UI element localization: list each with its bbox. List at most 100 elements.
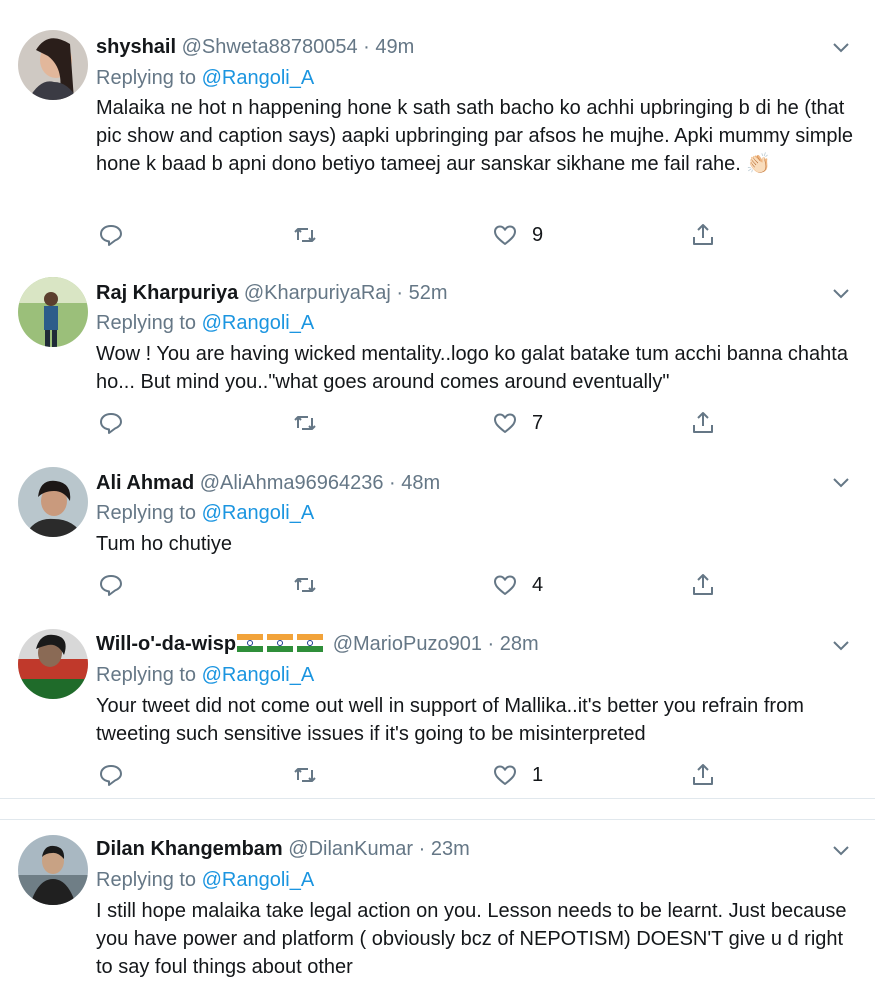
- replying-to: Replying to @Rangoli_A: [96, 664, 314, 687]
- separator: ·: [389, 472, 396, 494]
- tweet-actions: 9: [96, 220, 756, 250]
- user-handle[interactable]: @DilanKumar: [288, 838, 413, 860]
- reply-icon: [100, 575, 122, 596]
- avatar[interactable]: [18, 30, 88, 100]
- like-count: 4: [532, 573, 544, 596]
- display-name[interactable]: shyshail: [96, 36, 176, 58]
- share-button[interactable]: [690, 570, 716, 600]
- timestamp[interactable]: 48m: [401, 472, 440, 494]
- tweet-text: Tum ho chutiye: [96, 533, 232, 555]
- chevron-down-icon[interactable]: [831, 636, 851, 656]
- separator: ·: [418, 838, 426, 860]
- mention-link[interactable]: @Rangoli_A: [202, 502, 315, 524]
- display-name[interactable]: Raj Kharpuriya: [96, 282, 238, 304]
- replying-to-label: Replying to: [96, 67, 197, 89]
- separator: ·: [396, 282, 404, 304]
- mention-link[interactable]: @Rangoli_A: [202, 312, 315, 334]
- separator: ·: [363, 36, 370, 58]
- user-handle[interactable]: @MarioPuzo901: [333, 633, 482, 655]
- tweet-actions: 4: [96, 570, 756, 600]
- chevron-down-icon[interactable]: [831, 841, 851, 861]
- chevron-down-icon[interactable]: [831, 38, 851, 58]
- retweet-button[interactable]: [292, 408, 318, 438]
- like-count: 1: [532, 763, 544, 786]
- avatar[interactable]: [18, 277, 88, 347]
- reply-button[interactable]: [98, 760, 124, 790]
- retweet-icon: [294, 578, 316, 592]
- chevron-down-icon[interactable]: [831, 473, 851, 493]
- reply-icon: [100, 413, 122, 434]
- display-name[interactable]: Ali Ahmad: [96, 472, 194, 494]
- retweet-button[interactable]: [292, 760, 318, 790]
- heart-icon: [494, 765, 516, 785]
- tweet-text: I still hope malaika take legal action o…: [96, 900, 847, 978]
- tweet[interactable]: Dilan Khangembam @DilanKumar · 23m Reply…: [0, 819, 875, 978]
- tweet-header: shyshail @Shweta88780054 · 49m: [96, 36, 414, 59]
- avatar[interactable]: [18, 629, 88, 699]
- tweet[interactable]: Will-o'-da-wisp @MarioPuzo901 · 28m Repl…: [0, 614, 875, 799]
- display-name[interactable]: Dilan Khangembam: [96, 838, 283, 860]
- timestamp[interactable]: 28m: [500, 633, 539, 655]
- user-handle[interactable]: @KharpuriyaRaj: [244, 282, 391, 304]
- share-button[interactable]: [690, 220, 716, 250]
- timestamp[interactable]: 23m: [431, 838, 470, 860]
- tweet-header: Ali Ahmad @AliAhma96964236 · 48m: [96, 472, 440, 495]
- avatar[interactable]: [18, 835, 88, 905]
- like-button[interactable]: 9: [492, 220, 543, 250]
- like-button[interactable]: 7: [492, 408, 543, 438]
- share-button[interactable]: [690, 408, 716, 438]
- reply-button[interactable]: [98, 570, 124, 600]
- display-name[interactable]: Will-o'-da-wisp: [96, 633, 236, 655]
- user-handle[interactable]: @AliAhma96964236: [200, 472, 384, 494]
- tweet[interactable]: Raj Kharpuriya @KharpuriyaRaj · 52m Repl…: [0, 264, 875, 454]
- mention-link[interactable]: @Rangoli_A: [202, 67, 315, 89]
- share-icon: [693, 764, 713, 785]
- reply-icon: [100, 765, 122, 786]
- heart-icon: [494, 225, 516, 245]
- tweet-actions: 7: [96, 408, 756, 438]
- replying-to-label: Replying to: [96, 869, 197, 891]
- share-button[interactable]: [690, 760, 716, 790]
- india-flag-icon: [237, 634, 264, 653]
- chevron-down-icon[interactable]: [831, 284, 851, 304]
- tweet[interactable]: Ali Ahmad @AliAhma96964236 · 48m Replyin…: [0, 453, 875, 615]
- avatar[interactable]: [18, 467, 88, 537]
- user-handle[interactable]: @Shweta88780054: [182, 36, 358, 58]
- replying-to: Replying to @Rangoli_A: [96, 869, 314, 892]
- share-icon: [693, 574, 713, 595]
- retweet-button[interactable]: [292, 570, 318, 600]
- share-icon: [693, 224, 713, 245]
- retweet-button[interactable]: [292, 220, 318, 250]
- tweet[interactable]: shyshail @Shweta88780054 · 49m Replying …: [0, 0, 875, 265]
- section-gap: [0, 799, 875, 819]
- reply-icon: [100, 225, 122, 246]
- replying-to-label: Replying to: [96, 502, 197, 524]
- timestamp[interactable]: 52m: [409, 282, 448, 304]
- retweet-icon: [294, 416, 316, 430]
- heart-icon: [494, 413, 516, 433]
- timestamp[interactable]: 49m: [375, 36, 414, 58]
- tweet-text: Wow ! You are having wicked mentality..l…: [96, 343, 848, 393]
- replying-to-label: Replying to: [96, 664, 197, 686]
- share-icon: [693, 412, 713, 433]
- tweet-header: Dilan Khangembam @DilanKumar · 23m: [96, 838, 470, 861]
- retweet-icon: [294, 768, 316, 782]
- replying-to: Replying to @Rangoli_A: [96, 312, 314, 335]
- mention-link[interactable]: @Rangoli_A: [202, 869, 315, 891]
- like-button[interactable]: 4: [492, 570, 543, 600]
- like-button[interactable]: 1: [492, 760, 543, 790]
- mention-link[interactable]: @Rangoli_A: [202, 664, 315, 686]
- retweet-icon: [294, 228, 316, 242]
- tweet-header: Will-o'-da-wisp @MarioPuzo901 · 28m: [96, 633, 539, 656]
- india-flag-icon: [267, 634, 294, 653]
- flag-emojis: [237, 633, 327, 656]
- tweet-text: Malaika ne hot n happening hone k sath s…: [96, 97, 854, 175]
- india-flag-icon: [297, 634, 324, 653]
- replying-to-label: Replying to: [96, 312, 197, 334]
- heart-icon: [494, 575, 516, 595]
- like-count: 7: [532, 411, 544, 434]
- reply-button[interactable]: [98, 220, 124, 250]
- tweet-actions: 1: [96, 760, 756, 790]
- reply-button[interactable]: [98, 408, 124, 438]
- like-count: 9: [532, 223, 544, 246]
